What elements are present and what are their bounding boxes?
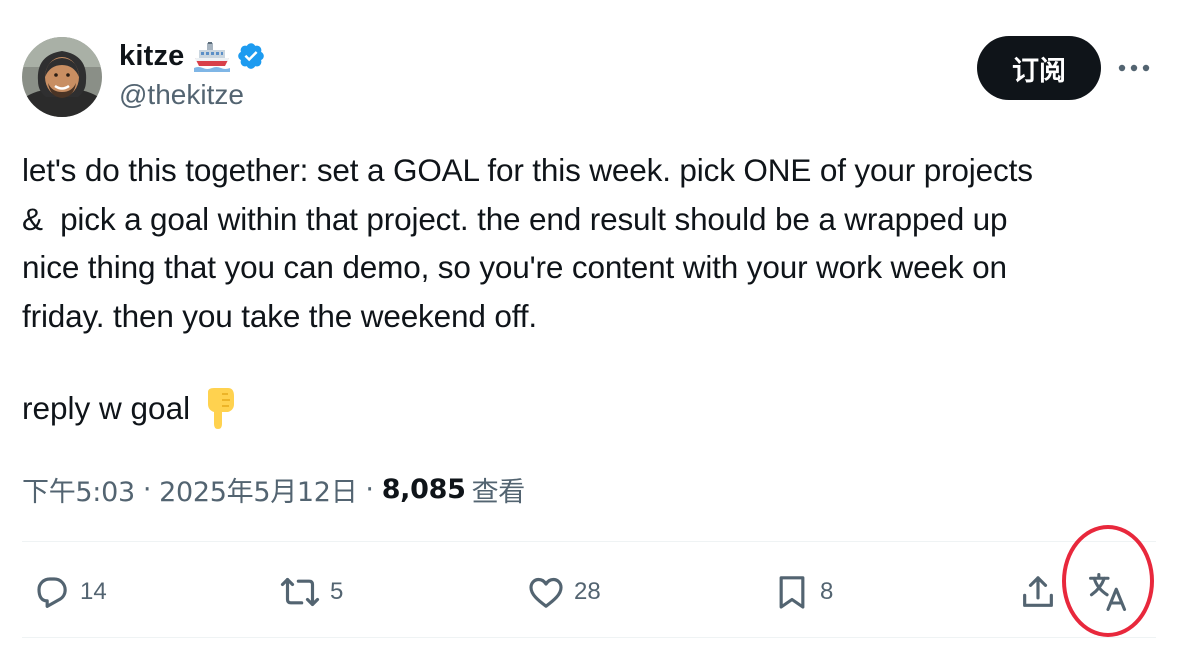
action-bar: 14 5 28 8 — [0, 560, 1184, 624]
reply-line: reply w goal — [22, 384, 238, 432]
subscribe-button[interactable]: 订阅 — [977, 36, 1101, 100]
share-button[interactable] — [1018, 560, 1058, 624]
tweet-meta: 下午5:03 · 2025年5月12日 · 8,085 查看 — [22, 470, 525, 509]
reply-count: 14 — [80, 578, 107, 605]
retweet-button[interactable]: 5 — [278, 560, 343, 624]
divider — [22, 541, 1156, 542]
pointing-down-icon — [202, 386, 238, 430]
tweet-text: let's do this together: set a GOAL for t… — [22, 152, 1033, 334]
like-button[interactable]: 28 — [526, 560, 601, 624]
meta-separator: · — [365, 474, 374, 505]
meta-separator: · — [142, 474, 152, 505]
reply-line-text: reply w goal — [22, 390, 191, 426]
tweet-date[interactable]: 2025年5月12日 — [159, 470, 358, 509]
more-options-button[interactable] — [1116, 54, 1152, 82]
views-count[interactable]: 8,085 — [382, 474, 466, 505]
retweet-count: 5 — [330, 578, 344, 605]
ship-emoji-icon — [194, 40, 231, 72]
bookmark-button[interactable]: 8 — [772, 560, 833, 624]
author-name-row[interactable]: kitze — [119, 36, 266, 76]
verified-badge-icon[interactable] — [236, 41, 266, 71]
more-icon — [1118, 64, 1150, 72]
reply-button[interactable]: 14 — [32, 560, 107, 624]
views-label[interactable]: 查看 — [472, 470, 526, 509]
bookmark-count: 8 — [820, 578, 834, 605]
author-handle[interactable]: @thekitze — [119, 79, 244, 111]
divider — [22, 637, 1156, 638]
like-count: 28 — [574, 578, 601, 605]
bookmark-icon — [779, 576, 805, 609]
highlight-circle — [1062, 525, 1154, 637]
reply-icon — [37, 577, 67, 608]
avatar[interactable] — [22, 37, 102, 117]
heart-icon — [529, 577, 563, 608]
tweet-time[interactable]: 下午5:03 — [22, 470, 135, 509]
avatar-icon — [22, 37, 102, 117]
author-name[interactable]: kitze — [119, 40, 184, 73]
share-icon — [1023, 576, 1053, 607]
retweet-icon — [280, 577, 320, 607]
